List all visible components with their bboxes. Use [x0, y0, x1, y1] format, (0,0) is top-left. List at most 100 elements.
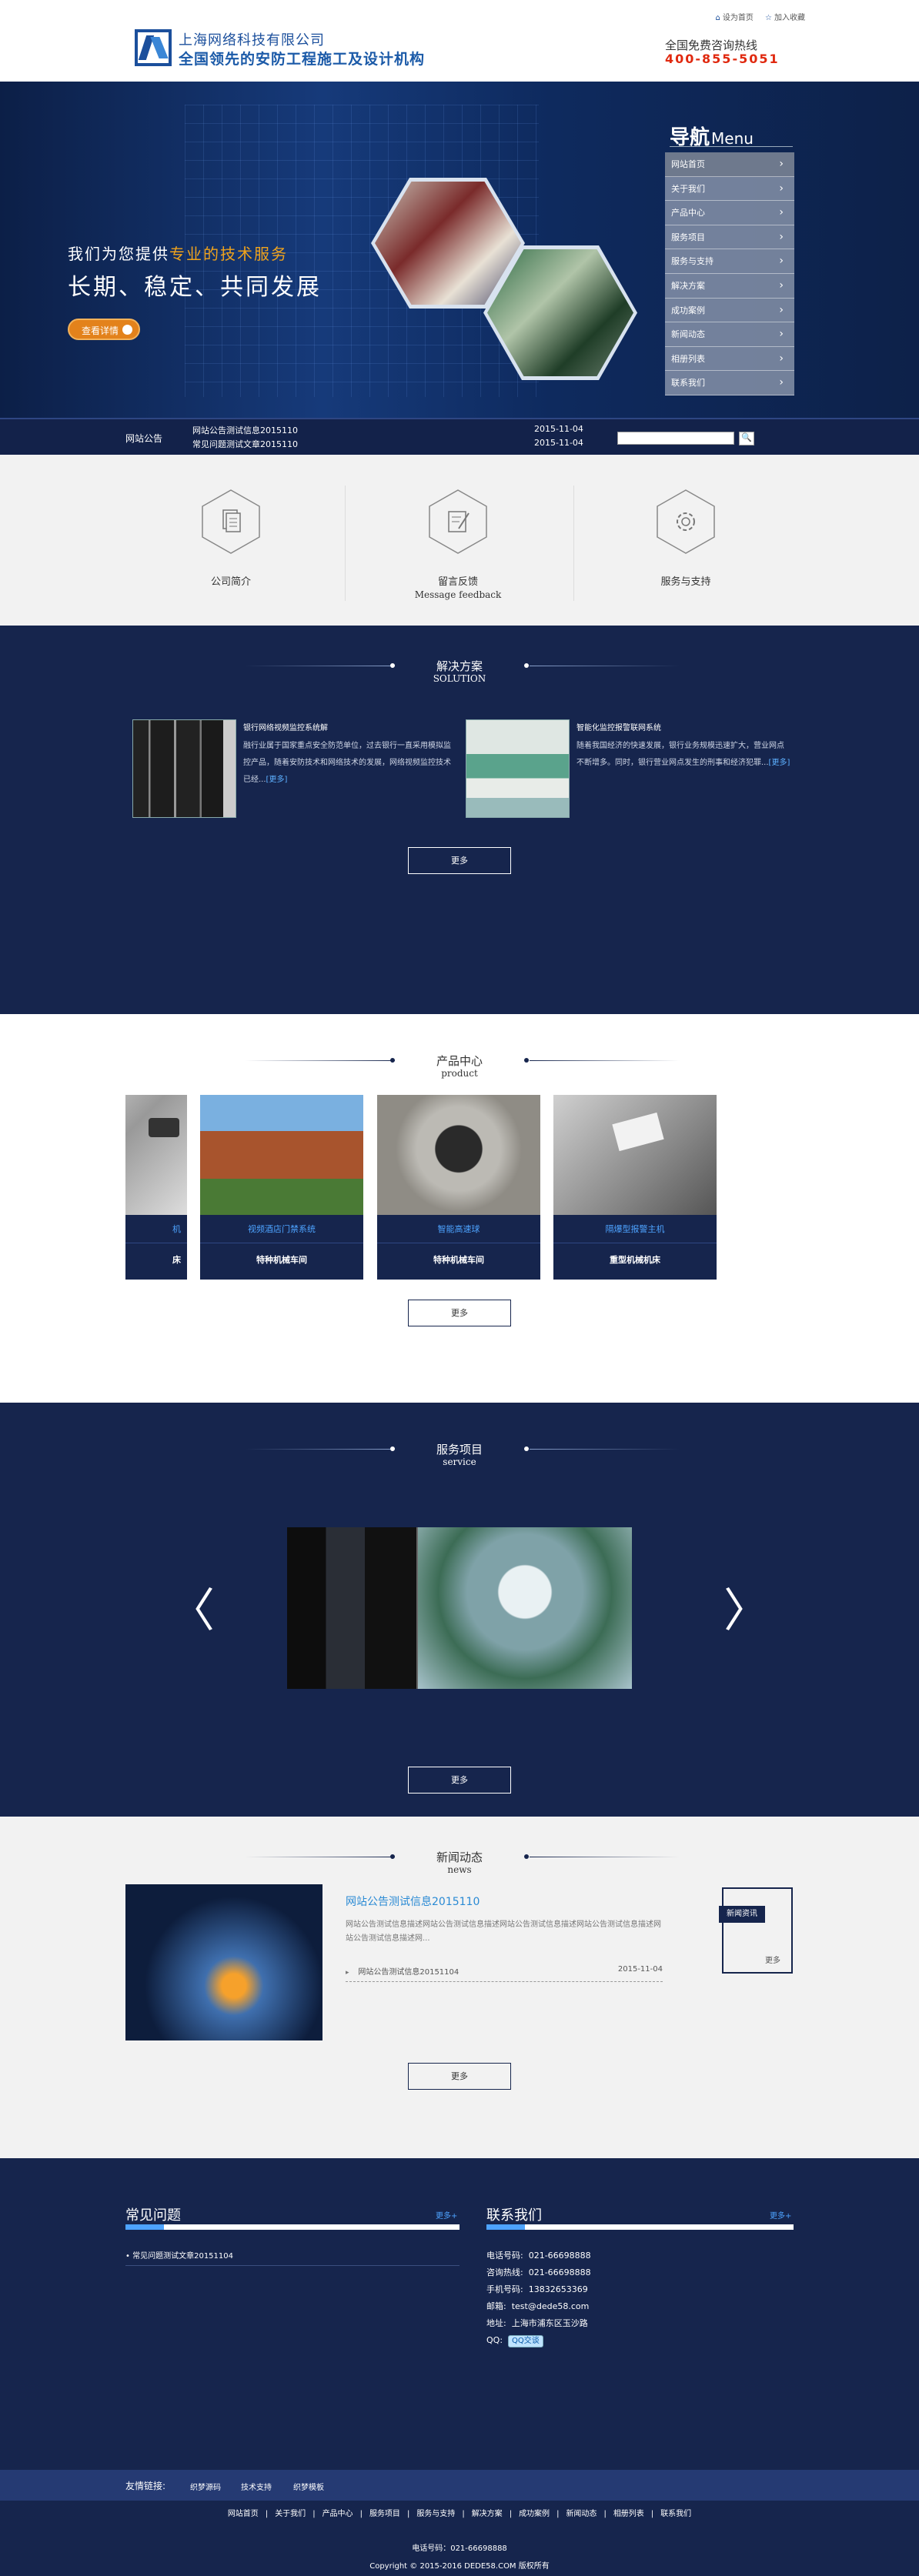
footer-nav-item[interactable]: 新闻动态	[566, 2510, 597, 2518]
faq-item[interactable]: • 常见问题测试文章20151104	[125, 2249, 460, 2266]
contact-key: 地址:	[486, 2318, 506, 2328]
solution-desc: 随着我国经济的快速发展，银行业务规模迅速扩大，营业网点不断增多。同时，银行营业网…	[576, 742, 784, 767]
heading-dot	[390, 663, 395, 668]
nav-item-services[interactable]: 服务项目	[665, 225, 794, 250]
product-card[interactable]: 机床	[125, 1095, 187, 1280]
footer-nav-item[interactable]: 解决方案	[472, 2510, 503, 2518]
product-info: 视频酒店门禁系统 特种机械车间	[200, 1215, 363, 1280]
solution-more-link[interactable]: [更多]	[266, 776, 288, 784]
section-heading: 服务项目 service	[0, 1441, 919, 1467]
footer-nav-item[interactable]: 相册列表	[613, 2510, 644, 2518]
service-support[interactable]: 服务与支持	[640, 489, 732, 588]
footer-nav: 网站首页 | 关于我们 | 产品中心 | 服务项目 | 服务与支持 | 解决方案 | 成功案例 | 新闻动态…	[227, 2510, 692, 2518]
solution-section: 解决方案 SOLUTION 银行网络视频监控系统解 融行业属于国家重点安全防范单…	[0, 626, 919, 1014]
contact-more-link[interactable]: 更多+	[770, 2209, 791, 2221]
section-subtitle: news	[447, 1864, 472, 1875]
news-image[interactable]	[125, 1884, 322, 2040]
notice-item[interactable]: 常见问题测试文章2015110	[192, 438, 298, 450]
notice-item[interactable]: 网站公告测试信息2015110	[192, 424, 298, 436]
solution-item[interactable]: 智能化监控报警联网系统 随着我国经济的快速发展，银行业务规模迅速扩大，营业网点不…	[466, 719, 793, 819]
divider	[573, 486, 574, 601]
product-info: 隔爆型报警主机 重型机械机床	[553, 1215, 717, 1280]
contact-hotline: 咨询热线: 021-66698888	[486, 2264, 591, 2281]
notice-date: 2015-11-04	[534, 438, 583, 448]
service-company-intro[interactable]: 公司简介	[185, 489, 277, 588]
banner-more-button[interactable]: 查看详情	[68, 319, 140, 340]
news-headline[interactable]: 网站公告测试信息2015110	[346, 1894, 480, 1909]
solution-more-link[interactable]: [更多]	[769, 759, 790, 767]
solution-more-button[interactable]: 更多	[408, 847, 511, 874]
footer-nav-item[interactable]: 网站首页	[228, 2510, 259, 2518]
service-more-button[interactable]: 更多	[408, 1767, 511, 1794]
section-title: 新闻动态	[436, 1850, 483, 1864]
service-title: 留言反馈	[437, 576, 478, 588]
product-section: 产品中心 product 机床 视频酒店门禁系统 特种机械车间 智能高速球 特种机械…	[0, 1014, 919, 1403]
product-name: 机	[172, 1224, 181, 1234]
faq-more-link[interactable]: 更多+	[436, 2209, 457, 2221]
server-image	[287, 1527, 418, 1689]
company-logo[interactable]	[135, 29, 172, 66]
footer-nav-item[interactable]: 关于我们	[275, 2510, 306, 2518]
nav-item-news[interactable]: 新闻动态	[665, 322, 794, 347]
home-icon: ⌂	[715, 14, 720, 22]
nav-item-albums[interactable]: 相册列表	[665, 347, 794, 372]
product-card[interactable]: 智能高速球 特种机械车间	[377, 1095, 540, 1280]
contact-value: 021-66698888	[528, 2251, 591, 2261]
copyright: Copyright © 2015-2016 DEDE58.COM 版权所有	[369, 2562, 550, 2571]
office-image	[466, 719, 570, 818]
qq-chat-button[interactable]: QQ交谈	[508, 2335, 543, 2347]
nav-item-cases[interactable]: 成功案例	[665, 299, 794, 323]
news-side-more[interactable]: 更多	[765, 1954, 780, 1965]
heading-dot	[524, 1446, 529, 1451]
add-favorite-link[interactable]: 加入收藏	[774, 14, 805, 22]
server-rack-image	[132, 719, 236, 818]
product-more-button[interactable]: 更多	[408, 1300, 511, 1326]
faq-item-title: 常见问题测试文章20151104	[132, 2252, 233, 2261]
carousel-next-icon[interactable]: 〉	[724, 1573, 770, 1640]
friend-link[interactable]: 织梦模板	[293, 2481, 324, 2492]
news-desc: 网站公告测试信息描述网站公告测试信息描述网站公告测试信息描述网站公告测试信息描述…	[346, 1920, 661, 1943]
set-home-link[interactable]: 设为首页	[723, 14, 754, 22]
hotel-image	[200, 1095, 363, 1215]
contact-key: 手机号码:	[486, 2284, 523, 2294]
contact-email: 邮箱: test@dede58.com	[486, 2298, 591, 2315]
hotline-number: 400-855-5051	[665, 52, 780, 66]
friend-link[interactable]: 技术支持	[241, 2481, 272, 2492]
footer-nav-item[interactable]: 产品中心	[322, 2510, 353, 2518]
news-more-button[interactable]: 更多	[408, 2063, 511, 2090]
news-list-item[interactable]: ▸ 网站公告测试信息20151104 2015-11-04	[346, 1965, 663, 1982]
nav-item-products[interactable]: 产品中心	[665, 201, 794, 225]
search-button[interactable]: 🔍	[739, 432, 754, 445]
divider	[345, 486, 346, 601]
product-card[interactable]: 隔爆型报警主机 重型机械机床	[553, 1095, 717, 1280]
footer-nav-item[interactable]: 联系我们	[660, 2510, 691, 2518]
nav-item-home[interactable]: 网站首页	[665, 152, 794, 177]
document-icon	[198, 489, 264, 555]
search-icon: 🔍	[741, 432, 752, 442]
carousel-prev-icon[interactable]: 〈	[169, 1573, 215, 1640]
heading-line	[530, 1449, 680, 1450]
contact-title: 联系我们	[486, 2207, 542, 2224]
nav-item-about[interactable]: 关于我们	[665, 177, 794, 202]
service-feedback[interactable]: 留言反馈 Message feedback	[412, 489, 504, 600]
news-side-label[interactable]: 新闻资讯	[719, 1906, 765, 1923]
product-card[interactable]: 视频酒店门禁系统 特种机械车间	[200, 1095, 363, 1280]
nav-item-support[interactable]: 服务与支持	[665, 249, 794, 274]
friend-link[interactable]: 织梦源码	[190, 2481, 221, 2492]
product-info: 机床	[125, 1215, 187, 1280]
footer-nav-item[interactable]: 服务与支持	[416, 2510, 455, 2518]
news-item-date: 2015-11-04	[617, 1965, 663, 1974]
footer-nav-item[interactable]: 成功案例	[519, 2510, 550, 2518]
product-info: 智能高速球 特种机械车间	[377, 1215, 540, 1280]
notice-bar: 网站公告 网站公告测试信息2015110 常见问题测试文章2015110 201…	[0, 418, 919, 455]
product-carousel: 机床 视频酒店门禁系统 特种机械车间 智能高速球 特种机械车间 隔爆型报警主机 重型机…	[125, 1014, 794, 1403]
heading-dot	[524, 663, 529, 668]
nav-item-solutions[interactable]: 解决方案	[665, 274, 794, 299]
footer-nav-item[interactable]: 服务项目	[369, 2510, 400, 2518]
quick-services: 公司简介 留言反馈 Message feedback 服务与支持	[0, 455, 919, 626]
search-input[interactable]	[617, 432, 734, 445]
solution-title: 智能化监控报警联网系统	[576, 724, 661, 732]
footer-tel: 电话号码：021-66698888	[412, 2544, 507, 2553]
solution-item[interactable]: 银行网络视频监控系统解 融行业属于国家重点安全防范单位，过去银行一直采用模拟监控…	[132, 719, 460, 819]
nav-item-contact[interactable]: 联系我们	[665, 371, 794, 395]
